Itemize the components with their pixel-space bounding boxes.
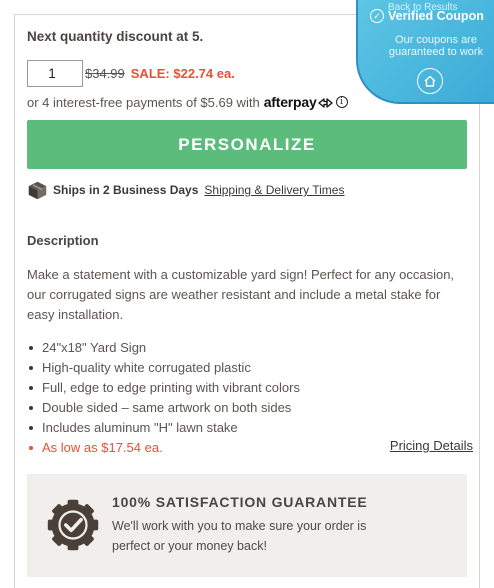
- afterpay-arrows-icon: [317, 98, 333, 108]
- feature-item: High-quality white corrugated plastic: [27, 358, 467, 378]
- feature-item: Full, edge to edge printing with vibrant…: [27, 378, 467, 398]
- check-circle-icon: ✓: [370, 9, 384, 23]
- original-price: $34.99: [85, 65, 125, 81]
- pricing-details-link[interactable]: Pricing Details: [390, 438, 473, 453]
- quantity-discount-heading: Next quantity discount at 5.: [27, 29, 204, 44]
- verified-coupon-widget[interactable]: Back to Results ✓ Verified Coupon Our co…: [356, 0, 494, 104]
- home-glyph: [424, 75, 436, 87]
- afterpay-installments: or 4 interest-free payments of $5.69 wit…: [27, 94, 348, 110]
- guarantee-text: We'll work with you to make sure your or…: [112, 519, 367, 553]
- description-heading: Description: [27, 233, 99, 248]
- coupon-title-text: Verified Coupon: [388, 9, 484, 23]
- box-icon: [28, 181, 47, 199]
- feature-item: Double sided – same artwork on both side…: [27, 398, 467, 418]
- guarantee-seal-icon: [47, 499, 99, 551]
- feature-item: 24"x18" Yard Sign: [27, 338, 467, 358]
- satisfaction-guarantee-box: 100% SATISFACTION GUARANTEE We'll work w…: [27, 474, 467, 577]
- feature-item: Includes aluminum "H" lawn stake: [27, 418, 467, 438]
- shipping-info: Ships in 2 Business Days Shipping & Deli…: [27, 179, 344, 201]
- quantity-price-row: $34.99 SALE: $22.74 ea.: [27, 59, 235, 87]
- afterpay-logo: afterpay: [263, 94, 317, 110]
- home-icon[interactable]: [417, 68, 443, 94]
- shipping-delivery-link[interactable]: Shipping & Delivery Times: [204, 183, 344, 197]
- afterpay-text: or 4 interest-free payments of $5.69 wit…: [27, 94, 260, 110]
- ships-in-text: Ships in 2 Business Days: [53, 183, 199, 197]
- description-body: Make a statement with a customizable yar…: [27, 267, 455, 322]
- coupon-title: ✓ Verified Coupon: [370, 9, 484, 23]
- personalize-button[interactable]: PERSONALIZE: [27, 120, 467, 169]
- sale-price: SALE: $22.74 ea.: [130, 65, 235, 81]
- guarantee-title: 100% SATISFACTION GUARANTEE: [112, 494, 368, 510]
- coupon-guarantee-text: Our coupons are guaranteed to work: [388, 34, 484, 58]
- info-icon[interactable]: i: [335, 96, 348, 108]
- quantity-input[interactable]: [27, 59, 83, 87]
